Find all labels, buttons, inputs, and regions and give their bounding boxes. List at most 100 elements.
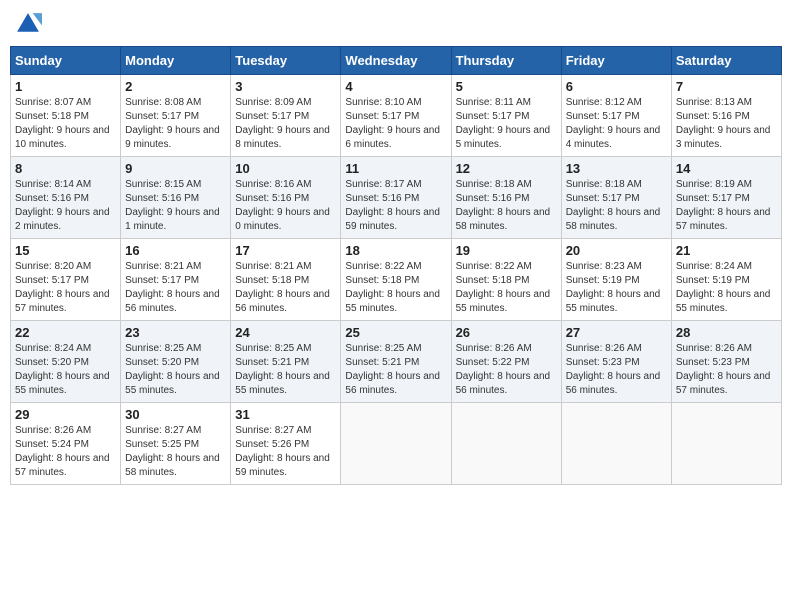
day-cell-21: 21Sunrise: 8:24 AMSunset: 5:19 PMDayligh… xyxy=(671,239,781,321)
day-info: Sunrise: 8:18 AMSunset: 5:17 PMDaylight:… xyxy=(566,178,667,234)
day-cell-8: 8 Sunrise: 8:14 AMSunset: 5:16 PMDaylight… xyxy=(11,157,121,239)
weekday-sunday: Sunday xyxy=(11,47,121,75)
calendar-body: 1 Sunrise: 8:07 AMSunset: 5:18 PMDaylight… xyxy=(11,75,782,485)
day-info: Sunrise: 8:08 AMSunset: 5:17 PMDaylight:… xyxy=(125,96,226,152)
day-cell-6: 6 Sunrise: 8:12 AMSunset: 5:17 PMDaylight… xyxy=(561,75,671,157)
day-number: 7 xyxy=(676,79,777,94)
day-info: Sunrise: 8:26 AMSunset: 5:23 PMDaylight:… xyxy=(566,342,667,398)
day-cell-31: 31Sunrise: 8:27 AMSunset: 5:26 PMDayligh… xyxy=(231,403,341,485)
day-info: Sunrise: 8:22 AMSunset: 5:18 PMDaylight:… xyxy=(456,260,557,316)
weekday-saturday: Saturday xyxy=(671,47,781,75)
day-cell-28: 28 Sunrise: 8:26 AMSunset: 5:23 PMDayligh… xyxy=(671,321,781,403)
logo xyxy=(14,10,44,38)
weekday-tuesday: Tuesday xyxy=(231,47,341,75)
day-number: 8 xyxy=(15,161,116,176)
day-info: Sunrise: 8:21 AMSunset: 5:17 PMDaylight:… xyxy=(125,260,226,316)
day-cell-10: 10 Sunrise: 8:16 AMSunset: 5:16 PMDayligh… xyxy=(231,157,341,239)
day-cell-30: 30 Sunrise: 8:27 AMSunset: 5:25 PMDayligh… xyxy=(121,403,231,485)
day-cell-11: 11 Sunrise: 8:17 AMSunset: 5:16 PMDayligh… xyxy=(341,157,451,239)
day-number: 25 xyxy=(345,325,446,340)
day-number: 6 xyxy=(566,79,667,94)
day-info: Sunrise: 8:09 AMSunset: 5:17 PMDaylight:… xyxy=(235,96,336,152)
calendar-week-5: 29 Sunrise: 8:26 AMSunset: 5:24 PMDayligh… xyxy=(11,403,782,485)
day-info: Sunrise: 8:16 AMSunset: 5:16 PMDaylight:… xyxy=(235,178,336,234)
day-info: Sunrise: 8:24 AMSunset: 5:19 PMDaylight:… xyxy=(676,260,777,316)
day-cell-16: 16 Sunrise: 8:21 AMSunset: 5:17 PMDayligh… xyxy=(121,239,231,321)
day-info: Sunrise: 8:20 AMSunset: 5:17 PMDaylight:… xyxy=(15,260,116,316)
day-number: 4 xyxy=(345,79,446,94)
day-cell-26: 26 Sunrise: 8:26 AMSunset: 5:22 PMDayligh… xyxy=(451,321,561,403)
empty-cell xyxy=(451,403,561,485)
day-number: 11 xyxy=(345,161,446,176)
day-info: Sunrise: 8:14 AMSunset: 5:16 PMDaylight:… xyxy=(15,178,116,234)
day-cell-20: 20 Sunrise: 8:23 AMSunset: 5:19 PMDayligh… xyxy=(561,239,671,321)
empty-cell xyxy=(561,403,671,485)
day-number: 10 xyxy=(235,161,336,176)
day-number: 3 xyxy=(235,79,336,94)
day-info: Sunrise: 8:19 AMSunset: 5:17 PMDaylight:… xyxy=(676,178,777,234)
page-header xyxy=(10,10,782,38)
day-info: Sunrise: 8:27 AMSunset: 5:25 PMDaylight:… xyxy=(125,424,226,480)
day-number: 12 xyxy=(456,161,557,176)
day-info: Sunrise: 8:10 AMSunset: 5:17 PMDaylight:… xyxy=(345,96,446,152)
day-number: 2 xyxy=(125,79,226,94)
logo-icon xyxy=(14,10,42,38)
day-number: 9 xyxy=(125,161,226,176)
day-number: 24 xyxy=(235,325,336,340)
weekday-header-row: SundayMondayTuesdayWednesdayThursdayFrid… xyxy=(11,47,782,75)
day-number: 27 xyxy=(566,325,667,340)
day-info: Sunrise: 8:07 AMSunset: 5:18 PMDaylight:… xyxy=(15,96,116,152)
day-cell-22: 22 Sunrise: 8:24 AMSunset: 5:20 PMDayligh… xyxy=(11,321,121,403)
day-cell-13: 13 Sunrise: 8:18 AMSunset: 5:17 PMDayligh… xyxy=(561,157,671,239)
day-cell-29: 29 Sunrise: 8:26 AMSunset: 5:24 PMDayligh… xyxy=(11,403,121,485)
day-info: Sunrise: 8:26 AMSunset: 5:23 PMDaylight:… xyxy=(676,342,777,398)
calendar-week-3: 15Sunrise: 8:20 AMSunset: 5:17 PMDayligh… xyxy=(11,239,782,321)
day-cell-19: 19Sunrise: 8:22 AMSunset: 5:18 PMDayligh… xyxy=(451,239,561,321)
day-number: 28 xyxy=(676,325,777,340)
day-cell-1: 1 Sunrise: 8:07 AMSunset: 5:18 PMDaylight… xyxy=(11,75,121,157)
day-number: 23 xyxy=(125,325,226,340)
day-info: Sunrise: 8:24 AMSunset: 5:20 PMDaylight:… xyxy=(15,342,116,398)
day-info: Sunrise: 8:22 AMSunset: 5:18 PMDaylight:… xyxy=(345,260,446,316)
day-number: 26 xyxy=(456,325,557,340)
weekday-monday: Monday xyxy=(121,47,231,75)
day-number: 1 xyxy=(15,79,116,94)
day-number: 17 xyxy=(235,243,336,258)
day-cell-17: 17 Sunrise: 8:21 AMSunset: 5:18 PMDayligh… xyxy=(231,239,341,321)
day-info: Sunrise: 8:17 AMSunset: 5:16 PMDaylight:… xyxy=(345,178,446,234)
day-cell-2: 2 Sunrise: 8:08 AMSunset: 5:17 PMDaylight… xyxy=(121,75,231,157)
empty-cell xyxy=(671,403,781,485)
day-info: Sunrise: 8:26 AMSunset: 5:24 PMDaylight:… xyxy=(15,424,116,480)
day-number: 18 xyxy=(345,243,446,258)
day-number: 22 xyxy=(15,325,116,340)
day-info: Sunrise: 8:12 AMSunset: 5:17 PMDaylight:… xyxy=(566,96,667,152)
day-info: Sunrise: 8:21 AMSunset: 5:18 PMDaylight:… xyxy=(235,260,336,316)
day-number: 13 xyxy=(566,161,667,176)
calendar-table: SundayMondayTuesdayWednesdayThursdayFrid… xyxy=(10,46,782,485)
day-number: 29 xyxy=(15,407,116,422)
day-info: Sunrise: 8:15 AMSunset: 5:16 PMDaylight:… xyxy=(125,178,226,234)
day-number: 30 xyxy=(125,407,226,422)
day-cell-12: 12Sunrise: 8:18 AMSunset: 5:16 PMDayligh… xyxy=(451,157,561,239)
day-cell-27: 27 Sunrise: 8:26 AMSunset: 5:23 PMDayligh… xyxy=(561,321,671,403)
day-cell-7: 7 Sunrise: 8:13 AMSunset: 5:16 PMDaylight… xyxy=(671,75,781,157)
day-number: 5 xyxy=(456,79,557,94)
day-info: Sunrise: 8:26 AMSunset: 5:22 PMDaylight:… xyxy=(456,342,557,398)
day-info: Sunrise: 8:25 AMSunset: 5:20 PMDaylight:… xyxy=(125,342,226,398)
day-number: 20 xyxy=(566,243,667,258)
day-info: Sunrise: 8:25 AMSunset: 5:21 PMDaylight:… xyxy=(345,342,446,398)
day-info: Sunrise: 8:11 AMSunset: 5:17 PMDaylight:… xyxy=(456,96,557,152)
day-cell-5: 5 Sunrise: 8:11 AMSunset: 5:17 PMDaylight… xyxy=(451,75,561,157)
calendar-week-2: 8 Sunrise: 8:14 AMSunset: 5:16 PMDaylight… xyxy=(11,157,782,239)
day-info: Sunrise: 8:25 AMSunset: 5:21 PMDaylight:… xyxy=(235,342,336,398)
day-info: Sunrise: 8:23 AMSunset: 5:19 PMDaylight:… xyxy=(566,260,667,316)
day-number: 16 xyxy=(125,243,226,258)
day-info: Sunrise: 8:13 AMSunset: 5:16 PMDaylight:… xyxy=(676,96,777,152)
day-info: Sunrise: 8:27 AMSunset: 5:26 PMDaylight:… xyxy=(235,424,336,480)
day-cell-15: 15Sunrise: 8:20 AMSunset: 5:17 PMDayligh… xyxy=(11,239,121,321)
calendar-week-1: 1 Sunrise: 8:07 AMSunset: 5:18 PMDaylight… xyxy=(11,75,782,157)
weekday-wednesday: Wednesday xyxy=(341,47,451,75)
empty-cell xyxy=(341,403,451,485)
day-cell-4: 4 Sunrise: 8:10 AMSunset: 5:17 PMDaylight… xyxy=(341,75,451,157)
weekday-thursday: Thursday xyxy=(451,47,561,75)
